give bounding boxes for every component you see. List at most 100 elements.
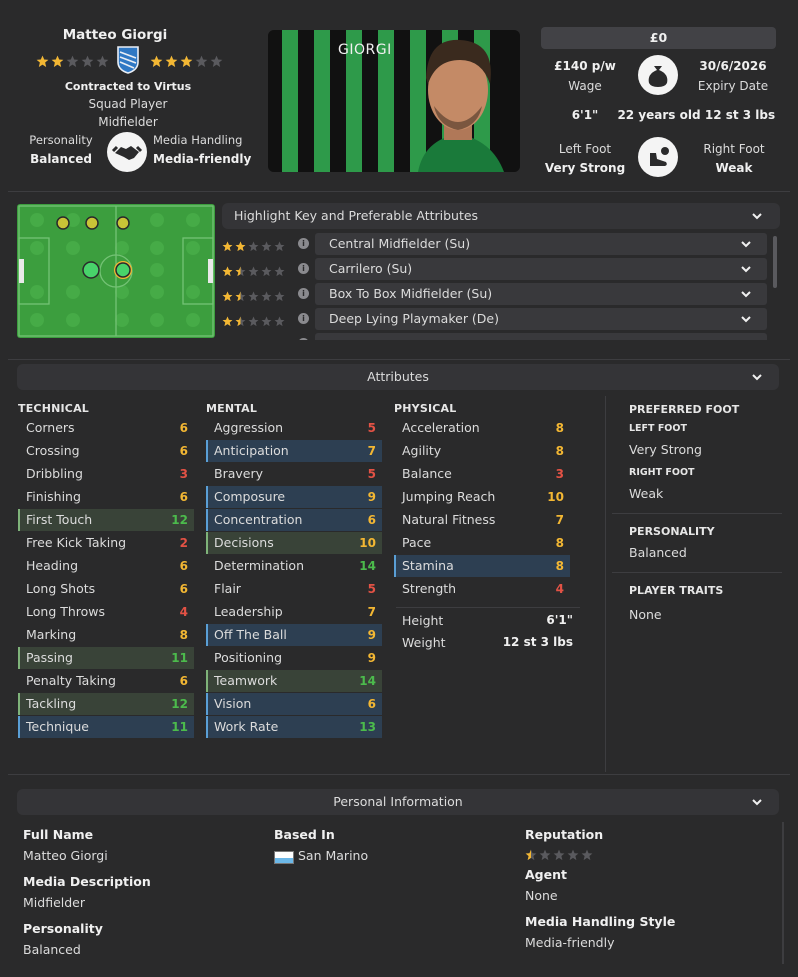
attribute-row[interactable]: Balance 3 [394, 463, 570, 485]
attribute-row[interactable]: Concentration 6 [206, 509, 382, 531]
attribute-row[interactable]: Long Throws 4 [18, 601, 194, 623]
attribute-row[interactable]: Decisions 10 [206, 532, 382, 554]
attribute-row[interactable]: Stamina 8 [394, 555, 570, 577]
player-traits-value: None [629, 607, 662, 622]
info-icon[interactable]: i [298, 338, 309, 340]
star-icon [274, 241, 285, 252]
attribute-row[interactable]: Passing 11 [18, 647, 194, 669]
attribute-row[interactable]: First Touch 12 [18, 509, 194, 531]
attribute-row[interactable]: Free Kick Taking 2 [18, 532, 194, 554]
attribute-name: Aggression [214, 420, 284, 435]
attribute-row[interactable]: Dribbling 3 [18, 463, 194, 485]
attribute-row[interactable]: Marking 8 [18, 624, 194, 646]
star-icon [274, 291, 285, 302]
chevron-down-icon [741, 291, 751, 298]
san-marino-flag-icon [274, 851, 294, 864]
personality-heading: PERSONALITY [629, 525, 715, 538]
star-icon [261, 291, 272, 302]
attribute-name: Strength [402, 581, 457, 596]
role-select[interactable]: Central Midfielder (Su) [315, 233, 767, 255]
attribute-value: 11 [171, 651, 188, 665]
attribute-row[interactable]: Heading 6 [18, 555, 194, 577]
media-description-value: Midfielder [23, 895, 85, 910]
highlight-key-dropdown[interactable]: Highlight Key and Preferable Attributes [222, 203, 780, 229]
attribute-row[interactable]: Off The Ball 9 [206, 624, 382, 646]
star-icon [274, 266, 285, 277]
attribute-row[interactable]: Determination 14 [206, 555, 382, 577]
star-icon [248, 241, 259, 252]
attribute-name: Free Kick Taking [26, 535, 127, 550]
role-list-scrollbar[interactable] [773, 236, 777, 288]
attribute-row[interactable]: Aggression 5 [206, 417, 382, 439]
attribute-value: 4 [555, 582, 564, 596]
attribute-row[interactable]: Bravery 5 [206, 463, 382, 485]
attribute-name: Decisions [214, 535, 274, 550]
preferred-foot-heading: PREFERRED FOOT [629, 403, 740, 416]
star-icon [195, 55, 208, 68]
personal-info-scrollbar[interactable] [782, 822, 784, 964]
attribute-value: 6 [179, 490, 188, 504]
attribute-value: 6 [179, 421, 188, 435]
attribute-row[interactable]: Agility 8 [394, 440, 570, 462]
club-badge-icon[interactable] [117, 46, 139, 74]
attribute-row[interactable]: Work Rate 13 [206, 716, 382, 738]
attribute-row[interactable]: Pace 8 [394, 532, 570, 554]
attribute-row[interactable]: Composure 9 [206, 486, 382, 508]
role-select[interactable]: Deep Lying Playmaker (De) [315, 308, 767, 330]
attribute-row[interactable]: Corners 6 [18, 417, 194, 439]
player-name: Matteo Giorgi [62, 27, 168, 43]
attribute-value: 12 [171, 513, 188, 527]
info-icon[interactable]: i [298, 263, 309, 274]
chevron-down-icon [741, 241, 751, 248]
info-icon[interactable]: i [298, 288, 309, 299]
role-select[interactable] [315, 333, 767, 340]
attribute-row[interactable]: Flair 5 [206, 578, 382, 600]
attribute-value: 8 [555, 421, 564, 435]
attribute-row[interactable]: Technique 11 [18, 716, 194, 738]
attribute-row[interactable]: Strength 4 [394, 578, 570, 600]
attribute-row[interactable]: Acceleration 8 [394, 417, 570, 439]
left-foot-value: Very Strong [544, 161, 626, 175]
star-icon [248, 291, 259, 302]
info-icon[interactable]: i [298, 313, 309, 324]
contract-status[interactable]: Contracted to Virtus [40, 80, 216, 93]
attribute-row[interactable]: Anticipation 7 [206, 440, 382, 462]
attribute-row[interactable]: Natural Fitness 7 [394, 509, 570, 531]
player-value-bar[interactable]: £0 [541, 27, 776, 49]
star-icon [539, 849, 551, 860]
media-style-label: Media Handling Style [525, 914, 676, 929]
divider [612, 572, 782, 573]
star-icon [165, 55, 178, 68]
weight-value: 12 st 3 lbs [704, 108, 776, 122]
attribute-row[interactable]: Finishing 6 [18, 486, 194, 508]
star-icon [248, 266, 259, 277]
divider [8, 774, 790, 775]
handshake-icon [107, 132, 147, 172]
attribute-name: Technique [26, 719, 89, 734]
star-icon [180, 55, 193, 68]
attribute-value: 4 [179, 605, 188, 619]
attr-height-value: 6'1" [546, 613, 573, 627]
attribute-row[interactable]: Teamwork 14 [206, 670, 382, 692]
role-select[interactable]: Carrilero (Su) [315, 258, 767, 280]
divider [8, 191, 790, 192]
attribute-row[interactable]: Leadership 7 [206, 601, 382, 623]
personal-info-dropdown[interactable]: Personal Information [17, 789, 779, 815]
based-in-value[interactable]: San Marino [298, 848, 368, 863]
star-icon [222, 266, 233, 277]
attribute-row[interactable]: Vision 6 [206, 693, 382, 715]
attribute-row[interactable]: Penalty Taking 6 [18, 670, 194, 692]
attribute-row[interactable]: Crossing 6 [18, 440, 194, 462]
attributes-dropdown[interactable]: Attributes [17, 364, 779, 390]
attribute-name: Crossing [26, 443, 80, 458]
attribute-row[interactable]: Tackling 12 [18, 693, 194, 715]
attribute-row[interactable]: Long Shots 6 [18, 578, 194, 600]
boot-icon [638, 137, 678, 177]
role-select[interactable]: Box To Box Midfielder (Su) [315, 283, 767, 305]
attribute-row[interactable]: Positioning 9 [206, 647, 382, 669]
attribute-row[interactable]: Jumping Reach 10 [394, 486, 570, 508]
positions-pitch[interactable] [17, 204, 215, 338]
right-foot-label: Right Foot [703, 142, 765, 156]
info-icon[interactable]: i [298, 238, 309, 249]
attribute-value: 9 [367, 628, 376, 642]
